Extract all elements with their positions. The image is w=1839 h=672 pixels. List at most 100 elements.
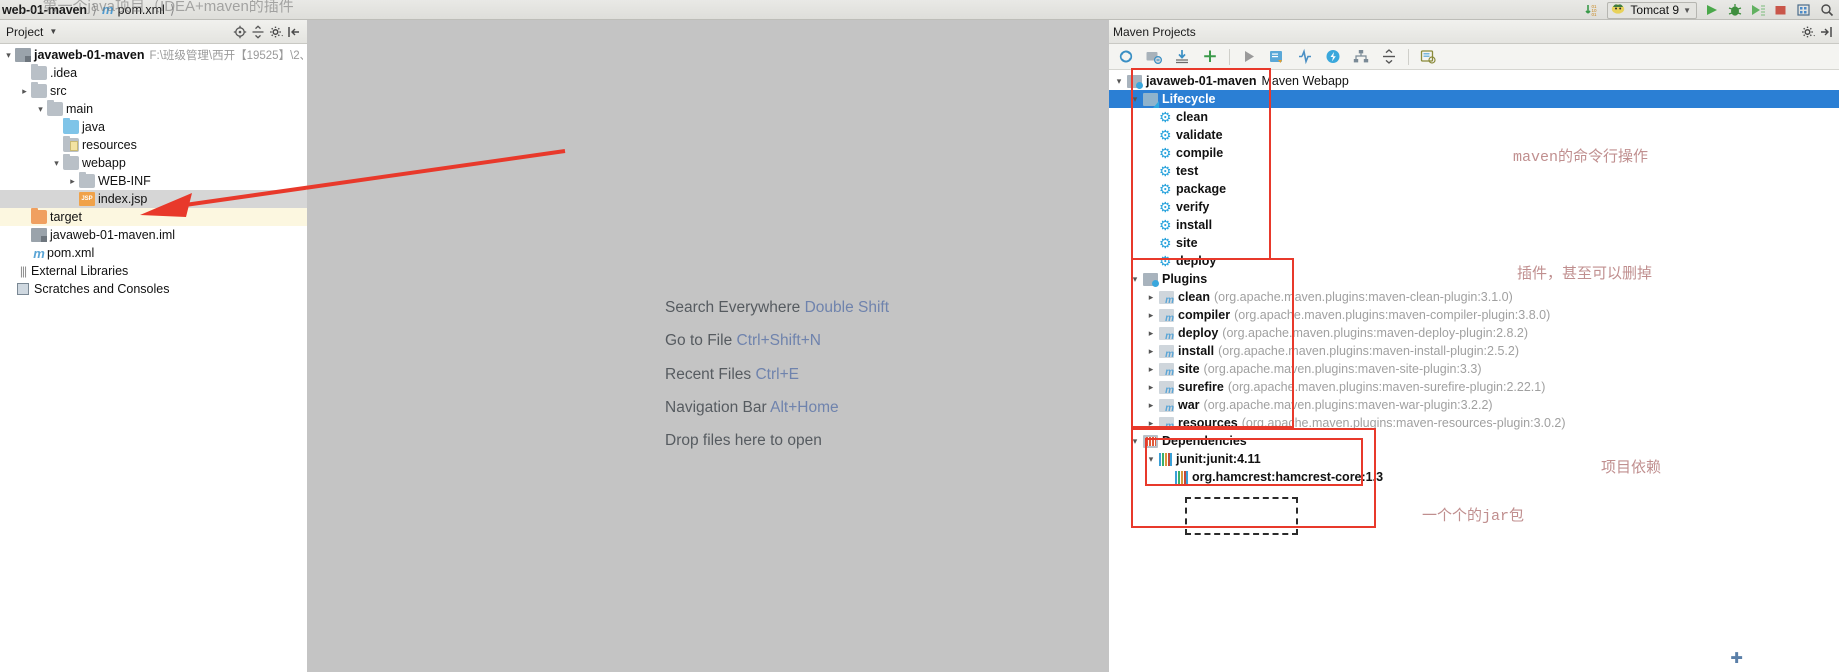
toggle-offline-mode-icon[interactable] [1320, 46, 1346, 68]
chevron-down-icon[interactable] [1127, 94, 1143, 105]
maven-tree-item-verify[interactable]: verify [1109, 198, 1839, 216]
toggle-skip-tests-icon[interactable] [1292, 46, 1318, 68]
project-tree-item-pom-xml[interactable]: m pom.xml [0, 244, 307, 262]
maven-tree-item-dependencies[interactable]: Dependencies [1109, 432, 1839, 450]
chevron-down-icon[interactable] [1127, 274, 1143, 285]
project-tree-item-scratches-and-consoles[interactable]: Scratches and Consoles [0, 280, 307, 298]
gear-icon[interactable] [267, 23, 285, 41]
maven-tree-item-war[interactable]: war(org.apache.maven.plugins:maven-war-p… [1109, 396, 1839, 414]
hide-panel-icon[interactable] [1817, 23, 1835, 41]
maven-tree-item-deploy[interactable]: deploy [1109, 252, 1839, 270]
add-icon[interactable] [1197, 46, 1223, 68]
jsp-file-icon: JSP [79, 192, 95, 206]
run-icon[interactable] [1236, 46, 1262, 68]
chevron-down-icon[interactable]: ▼ [1683, 6, 1691, 15]
maven-tree-item-install[interactable]: install [1109, 216, 1839, 234]
updates-icon[interactable]: 01 10 01 [1584, 2, 1601, 19]
chevron-right-icon[interactable] [18, 86, 31, 97]
download-sources-icon[interactable] [1169, 46, 1195, 68]
chevron-down-icon[interactable] [1143, 454, 1159, 465]
maven-tree-item-site[interactable]: site [1109, 234, 1839, 252]
maven-tree-item-clean[interactable]: clean(org.apache.maven.plugins:maven-cle… [1109, 288, 1839, 306]
project-tree-item-java[interactable]: java [0, 118, 307, 136]
chevron-right-icon[interactable] [1143, 400, 1159, 411]
plugin-icon [1159, 398, 1174, 414]
chevron-down-icon[interactable] [34, 104, 47, 115]
chevron-right-icon[interactable] [1143, 292, 1159, 303]
maven-tree-item-clean[interactable]: clean [1109, 108, 1839, 126]
stop-icon[interactable] [1772, 2, 1789, 19]
maven-tree-item-test[interactable]: test [1109, 162, 1839, 180]
maven-tree-item-label: Lifecycle [1162, 92, 1216, 106]
project-tree-item--idea[interactable]: .idea [0, 64, 307, 82]
chevron-right-icon[interactable] [66, 176, 79, 187]
collapse-all-icon[interactable] [249, 23, 267, 41]
project-tree-item-javaweb-01-maven[interactable]: javaweb-01-maven F:\班级管理\西开【19525】\2、代码\j… [0, 46, 307, 64]
run-with-coverage-icon[interactable] [1749, 2, 1766, 19]
chevron-right-icon[interactable] [1143, 310, 1159, 321]
run-configuration-selector[interactable]: Tomcat 9 ▼ [1607, 1, 1697, 19]
chevron-right-icon[interactable] [1143, 328, 1159, 339]
layout-settings-icon[interactable] [1795, 2, 1812, 19]
editor-tip-action: Navigation Bar [665, 398, 767, 416]
editor-empty-area[interactable]: Search Everywhere Double Shift Go to File… [307, 20, 1109, 672]
chevron-right-icon[interactable] [1143, 382, 1159, 393]
reimport-icon[interactable] [1113, 46, 1139, 68]
maven-tree-item-deploy[interactable]: deploy(org.apache.maven.plugins:maven-de… [1109, 324, 1839, 342]
project-tree-item-index-jsp[interactable]: JSP index.jsp [0, 190, 307, 208]
run-icon[interactable] [1703, 2, 1720, 19]
project-panel-title[interactable]: Project [4, 25, 43, 39]
maven-panel-title[interactable]: Maven Projects [1113, 25, 1196, 39]
maven-tree-item-label: javaweb-01-maven [1146, 74, 1257, 88]
project-file-tree[interactable]: javaweb-01-maven F:\班级管理\西开【19525】\2、代码\j… [0, 44, 307, 298]
project-tree-item-external-libraries[interactable]: ||| External Libraries [0, 262, 307, 280]
search-icon[interactable] [1818, 2, 1835, 19]
chevron-right-icon[interactable] [1143, 346, 1159, 357]
execute-maven-goal-icon[interactable] [1264, 46, 1290, 68]
maven-settings-icon[interactable] [1415, 46, 1441, 68]
editor-shortcut-tips: Search Everywhere Double Shift Go to File… [665, 291, 889, 457]
collapse-all-icon[interactable] [1376, 46, 1402, 68]
chevron-right-icon[interactable] [1143, 418, 1159, 429]
locate-icon[interactable] [231, 23, 249, 41]
project-tree-item-main[interactable]: main [0, 100, 307, 118]
maven-tree-item-javaweb-01-maven[interactable]: javaweb-01-maven Maven Webapp [1109, 72, 1839, 90]
maven-projects-tree[interactable]: javaweb-01-maven Maven Webapp Lifecycle cle… [1109, 70, 1839, 486]
maven-tree-item-validate[interactable]: validate [1109, 126, 1839, 144]
editor-tip-shortcut: Ctrl+Shift+N [736, 332, 821, 350]
project-tree-item-web-inf[interactable]: WEB-INF [0, 172, 307, 190]
chevron-down-icon[interactable] [50, 158, 63, 169]
debug-icon[interactable] [1726, 2, 1743, 19]
project-tree-item-src[interactable]: src [0, 82, 307, 100]
maven-projects-tool-window: Maven Projects ▾ javaweb-01-maven Maven … [1109, 20, 1839, 672]
project-tree-item-target[interactable]: target [0, 208, 307, 226]
project-tree-item-resources[interactable]: resources [0, 136, 307, 154]
maven-tree-item-label: package [1176, 182, 1227, 196]
generate-sources-icon[interactable] [1141, 46, 1167, 68]
maven-tree-item-compiler[interactable]: compiler(org.apache.maven.plugins:maven-… [1109, 306, 1839, 324]
maven-toolbar[interactable] [1109, 44, 1839, 70]
maven-panel-header: Maven Projects [1109, 20, 1839, 44]
maven-tree-item-resources[interactable]: resources(org.apache.maven.plugins:maven… [1109, 414, 1839, 432]
chevron-down-icon[interactable] [1127, 436, 1143, 447]
chevron-down-icon[interactable]: ▼ [49, 27, 57, 36]
maven-tree-item-compile[interactable]: compile [1109, 144, 1839, 162]
chevron-right-icon[interactable] [1143, 364, 1159, 375]
chevron-down-icon[interactable] [1111, 76, 1127, 87]
maven-tree-item-site[interactable]: site(org.apache.maven.plugins:maven-site… [1109, 360, 1839, 378]
show-dependencies-icon[interactable] [1348, 46, 1374, 68]
maven-tree-item-lifecycle[interactable]: Lifecycle [1109, 90, 1839, 108]
project-tree-item-webapp[interactable]: webapp [0, 154, 307, 172]
maven-tree-item-install[interactable]: install(org.apache.maven.plugins:maven-i… [1109, 342, 1839, 360]
hide-panel-icon[interactable] [285, 23, 303, 41]
maven-tree-item-package[interactable]: package [1109, 180, 1839, 198]
goal-icon [1159, 111, 1172, 124]
gear-icon[interactable] [1799, 23, 1817, 41]
maven-tree-item-junit-junit-4-11[interactable]: junit:junit:4.11 [1109, 450, 1839, 468]
maven-tree-item-surefire[interactable]: surefire(org.apache.maven.plugins:maven-… [1109, 378, 1839, 396]
project-tree-item-javaweb-01-maven-iml[interactable]: javaweb-01-maven.iml [0, 226, 307, 244]
maven-tree-item-org-hamcrest-hamcrest-core-1-3[interactable]: org.hamcrest:hamcrest-core:1.3 [1109, 468, 1839, 486]
chevron-down-icon[interactable] [2, 50, 15, 61]
maven-tree-item-label: clean [1178, 290, 1210, 304]
maven-tree-item-plugins[interactable]: Plugins [1109, 270, 1839, 288]
